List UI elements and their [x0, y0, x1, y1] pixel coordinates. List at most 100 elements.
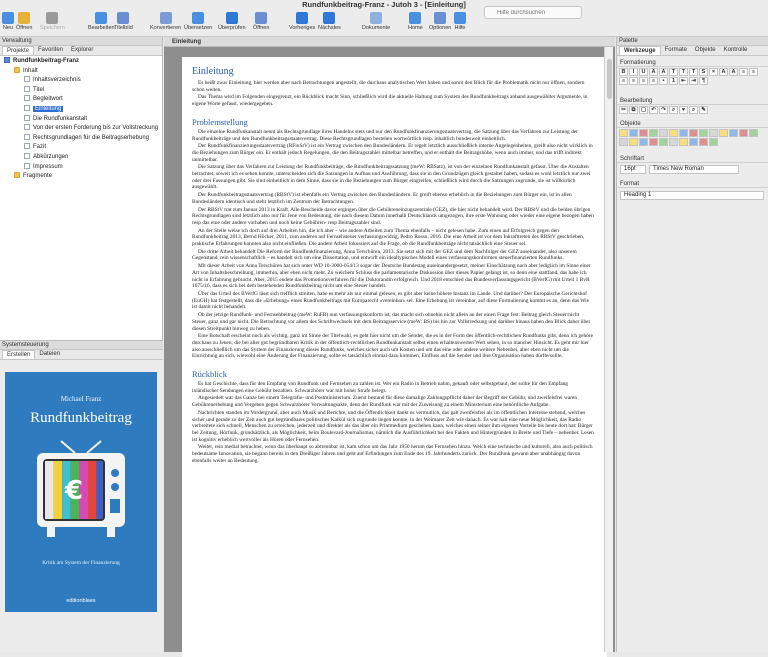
- format-button[interactable]: A: [659, 68, 668, 76]
- object-tool-icon[interactable]: [709, 129, 718, 137]
- format-button[interactable]: ≡: [739, 68, 748, 76]
- tree-item[interactable]: Die Rundfunkanstalt: [24, 114, 87, 124]
- tree-item[interactable]: Rundfunkbeitrag-Franz: [4, 57, 79, 66]
- edit-tool-icon[interactable]: ♥: [679, 106, 688, 114]
- font-name-select[interactable]: Times New Roman: [649, 165, 739, 174]
- format-button[interactable]: A: [729, 68, 738, 76]
- format-button[interactable]: ≡: [749, 68, 758, 76]
- edit-tool-icon[interactable]: ⌕: [669, 106, 678, 114]
- tree-item[interactable]: Fragmente: [14, 172, 52, 181]
- object-tool-icon[interactable]: [619, 129, 628, 137]
- toolbar-button-13[interactable]: Optionen: [429, 12, 451, 31]
- document-page[interactable]: Einleitung Es heißt zwar Einleitung, hie…: [182, 57, 607, 657]
- format-button[interactable]: U: [639, 68, 648, 76]
- object-tool-icon[interactable]: [669, 129, 678, 137]
- object-tool-icon[interactable]: [659, 129, 668, 137]
- object-tool-icon[interactable]: [739, 129, 748, 137]
- object-tool-icon[interactable]: [619, 138, 628, 146]
- document-tab[interactable]: Einleitung: [164, 37, 615, 47]
- edit-tool-icon[interactable]: ↷: [659, 106, 668, 114]
- format-button[interactable]: ≡: [629, 77, 638, 85]
- tree-item[interactable]: Begleitwort: [24, 95, 63, 104]
- toolbar-button-9[interactable]: Vorheriges: [289, 12, 315, 31]
- toolbar-button-8[interactable]: Öffnen: [253, 12, 269, 31]
- toolbar-button-11[interactable]: Dokumente: [362, 12, 390, 31]
- edit-tool-icon[interactable]: ✂: [619, 106, 628, 114]
- tree-item[interactable]: Fazit: [24, 143, 46, 152]
- format-button[interactable]: I: [629, 68, 638, 76]
- object-tool-icon[interactable]: [629, 138, 638, 146]
- tab-projects[interactable]: Projekte: [2, 46, 35, 55]
- tab-create[interactable]: Erstellen: [2, 350, 36, 359]
- object-tool-icon[interactable]: [689, 129, 698, 137]
- object-tool-icon[interactable]: [719, 129, 728, 137]
- tab-control[interactable]: Kontrolle: [720, 46, 752, 55]
- format-button[interactable]: S: [699, 68, 708, 76]
- paragraph-format-select[interactable]: Heading 1: [620, 191, 764, 200]
- tree-item[interactable]: Titel: [24, 85, 44, 95]
- tab-tools[interactable]: Werkzeuge: [619, 46, 661, 55]
- format-button[interactable]: ⇥: [689, 77, 698, 85]
- toolbar-button-12[interactable]: Home: [408, 12, 423, 31]
- object-tool-icon[interactable]: [639, 138, 648, 146]
- cover-image[interactable]: Michael Franz Rundfunkbeitrag € Kritik a…: [5, 372, 157, 612]
- help-search-input[interactable]: [484, 6, 582, 19]
- object-tool-icon[interactable]: [669, 138, 678, 146]
- font-size-select[interactable]: 16pt: [620, 165, 646, 174]
- toolbar-button-10[interactable]: Nächstes: [318, 12, 341, 31]
- object-tool-icon[interactable]: [649, 129, 658, 137]
- object-tool-icon[interactable]: [629, 129, 638, 137]
- toolbar-button-4[interactable]: Titelbild: [114, 12, 133, 31]
- toolbar-button-3[interactable]: Bearbeiten: [88, 12, 115, 31]
- format-button[interactable]: A: [649, 68, 658, 76]
- object-tool-icon[interactable]: [689, 138, 698, 146]
- edit-tool-icon[interactable]: ▢: [639, 106, 648, 114]
- toolbar-button-6[interactable]: Übersetzen: [184, 12, 212, 31]
- format-button[interactable]: T: [679, 68, 688, 76]
- tree-item[interactable]: Impressum: [24, 162, 63, 172]
- format-button[interactable]: ×: [709, 68, 718, 76]
- edit-tool-icon[interactable]: ✎: [699, 106, 708, 114]
- object-tool-icon[interactable]: [709, 138, 718, 146]
- format-button[interactable]: ≡: [639, 77, 648, 85]
- format-button[interactable]: ¶: [699, 77, 708, 85]
- toolbar-button-2[interactable]: Speichern: [40, 12, 65, 31]
- tree-item[interactable]: Einleitung: [24, 105, 64, 114]
- tree-item[interactable]: Rechtsgrundlagen für die Beitragserhebun…: [24, 133, 149, 143]
- format-button[interactable]: ⇤: [679, 77, 688, 85]
- tab-formats[interactable]: Formate: [661, 46, 691, 55]
- scrollbar-thumb[interactable]: [607, 59, 612, 99]
- tree-item[interactable]: Inhaltsverzeichnis: [24, 76, 81, 85]
- tab-objects[interactable]: Objekte: [691, 46, 720, 55]
- tree-item[interactable]: Inhalt: [14, 66, 38, 76]
- tab-files[interactable]: Dateien: [35, 350, 64, 359]
- object-tool-icon[interactable]: [649, 138, 658, 146]
- object-tool-icon[interactable]: [679, 138, 688, 146]
- object-tool-icon[interactable]: [749, 129, 758, 137]
- toolbar-button-14[interactable]: Hilfe: [454, 12, 466, 31]
- format-button[interactable]: ≡: [619, 77, 628, 85]
- format-button[interactable]: T: [689, 68, 698, 76]
- tree-item[interactable]: Von der ersten Forderung bis zur Vollstr…: [24, 124, 158, 133]
- edit-tool-icon[interactable]: ↶: [649, 106, 658, 114]
- toolbar-button-5[interactable]: Konvertieren: [150, 12, 181, 31]
- format-button[interactable]: T: [669, 68, 678, 76]
- toolbar-button-1[interactable]: Öffnen: [16, 12, 32, 31]
- object-tool-icon[interactable]: [659, 138, 668, 146]
- toolbar-button-0[interactable]: Neu: [2, 12, 14, 31]
- toolbar-button-7[interactable]: Überprüfen: [218, 12, 246, 31]
- tree-item[interactable]: Abkürzungen: [24, 153, 68, 162]
- format-button[interactable]: 1: [669, 77, 678, 85]
- object-tool-icon[interactable]: [699, 129, 708, 137]
- object-tool-icon[interactable]: [699, 138, 708, 146]
- format-button[interactable]: ≡: [649, 77, 658, 85]
- object-tool-icon[interactable]: [679, 129, 688, 137]
- editor-scrollbar[interactable]: [604, 47, 613, 652]
- object-tool-icon[interactable]: [729, 129, 738, 137]
- tab-favorites[interactable]: Favoriten: [34, 46, 67, 55]
- format-button[interactable]: A: [719, 68, 728, 76]
- format-button[interactable]: B: [619, 68, 628, 76]
- edit-tool-icon[interactable]: ⧉: [629, 106, 638, 114]
- format-button[interactable]: •: [659, 77, 668, 85]
- edit-tool-icon[interactable]: ⌕: [689, 106, 698, 114]
